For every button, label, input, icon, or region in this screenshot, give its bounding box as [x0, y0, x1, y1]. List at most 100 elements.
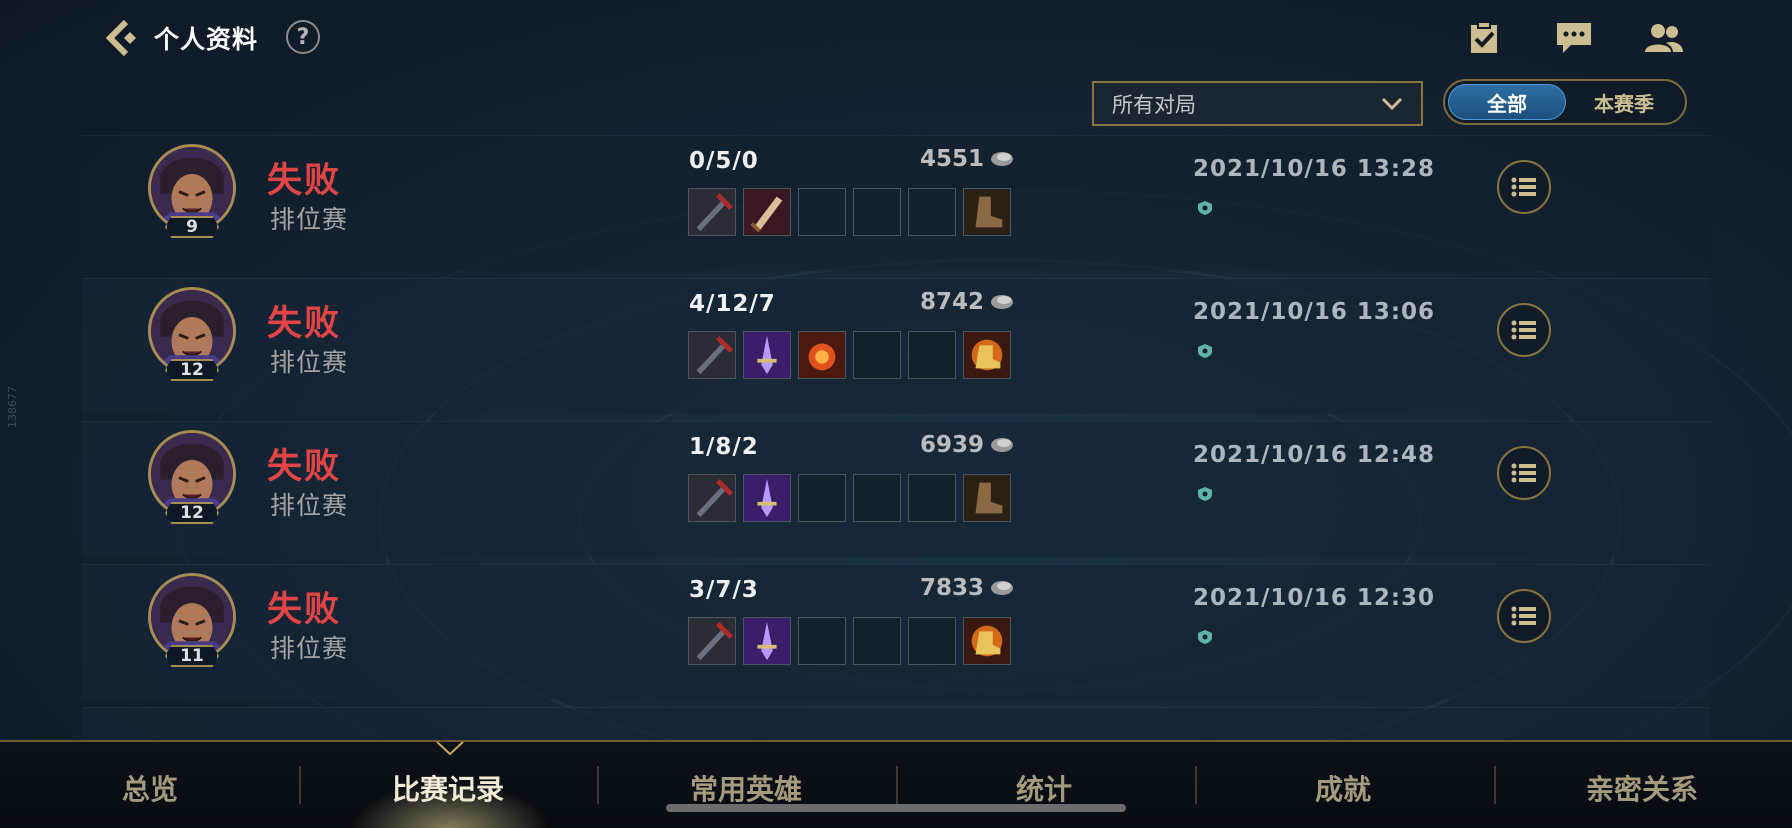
dark-sword-item-icon — [688, 188, 736, 236]
list-icon — [1511, 463, 1536, 483]
gold-stat: 6939 — [920, 432, 1014, 458]
boots-item-icon — [963, 474, 1011, 522]
hero-level-badge: 11 — [165, 645, 219, 667]
match-date: 2021/10/16 12:30 — [1193, 585, 1436, 611]
side-version-tag: 138677 — [6, 386, 19, 428]
match-details-button[interactable] — [1497, 446, 1551, 500]
match-date: 2021/10/16 12:48 — [1193, 442, 1436, 468]
bottom-tab-bar: 总览 比赛记录 常用英雄 统计 成就 亲密关系 — [0, 740, 1792, 828]
empty-item-slot — [908, 331, 956, 379]
gold-coin-icon — [991, 295, 1014, 309]
help-button[interactable]: ? — [286, 20, 320, 54]
golden-boots-item-icon — [963, 331, 1011, 379]
list-icon — [1511, 606, 1536, 626]
match-history-list: 9 失败 排位赛 0/5/0 4551 2021/10/16 13:28 12 … — [82, 135, 1710, 740]
item-build — [688, 474, 1011, 522]
toggle-this-season[interactable]: 本赛季 — [1566, 84, 1682, 120]
shield-icon — [1198, 630, 1212, 644]
gold-stat: 4551 — [920, 146, 1014, 172]
gold-value: 4551 — [920, 146, 985, 172]
kda-stat: 0/5/0 — [689, 148, 759, 174]
kda-stat: 1/8/2 — [689, 434, 759, 460]
header-bar: 个人资料 ? — [0, 0, 1792, 75]
empty-item-slot — [853, 617, 901, 665]
page-title: 个人资料 — [154, 25, 259, 54]
gold-coin-icon — [991, 581, 1014, 595]
boots-item-icon — [963, 188, 1011, 236]
empty-item-slot — [853, 474, 901, 522]
chat-icon — [1557, 23, 1591, 53]
kda-stat: 4/12/7 — [689, 291, 776, 317]
tab-divider — [597, 766, 599, 804]
empty-item-slot — [798, 617, 846, 665]
match-mode: 排位赛 — [270, 205, 349, 234]
tab-divider — [299, 766, 301, 804]
hero-level-badge: 12 — [165, 359, 219, 381]
empty-item-slot — [908, 474, 956, 522]
match-result: 失败 — [267, 161, 342, 201]
gold-value: 6939 — [920, 432, 985, 458]
tab-divider — [1195, 766, 1197, 804]
active-tab-caret-icon — [436, 741, 464, 756]
gold-value: 8742 — [920, 289, 985, 315]
purple-blade-item-icon — [743, 617, 791, 665]
empty-item-slot — [908, 617, 956, 665]
purple-blade-item-icon — [743, 331, 791, 379]
tab-common-heroes[interactable]: 常用英雄 — [646, 768, 846, 808]
match-date: 2021/10/16 13:06 — [1193, 299, 1436, 325]
dark-sword-item-icon — [688, 331, 736, 379]
tab-statistics[interactable]: 统计 — [944, 768, 1144, 808]
match-details-button[interactable] — [1497, 160, 1551, 214]
hero-level-badge: 12 — [165, 502, 219, 524]
checklist-button[interactable] — [1463, 18, 1505, 58]
gold-coin-icon — [991, 438, 1014, 452]
match-filter-dropdown[interactable]: 所有对局 — [1092, 81, 1423, 126]
match-row[interactable]: 9 失败 排位赛 0/5/0 4551 2021/10/16 13:28 — [82, 135, 1710, 271]
tab-achievements[interactable]: 成就 — [1243, 768, 1443, 808]
kda-stat: 3/7/3 — [689, 577, 759, 603]
match-result: 失败 — [267, 590, 342, 630]
item-build — [688, 617, 1011, 665]
match-row[interactable]: 12 失败 排位赛 4/12/7 8742 2021/10/16 13:06 — [82, 278, 1710, 414]
tab-relationships[interactable]: 亲密关系 — [1542, 768, 1742, 808]
tab-match-history[interactable]: 比赛记录 — [348, 768, 548, 808]
list-icon — [1511, 320, 1536, 340]
gold-stat: 7833 — [920, 575, 1014, 601]
purple-blade-item-icon — [743, 474, 791, 522]
shield-icon — [1198, 344, 1212, 358]
hero-level-badge: 9 — [165, 216, 219, 238]
gold-value: 7833 — [920, 575, 985, 601]
item-build — [688, 188, 1011, 236]
gold-stat: 8742 — [920, 289, 1014, 315]
dagger-item-icon — [743, 188, 791, 236]
match-result: 失败 — [267, 304, 342, 344]
match-details-button[interactable] — [1497, 589, 1551, 643]
tab-overview[interactable]: 总览 — [50, 768, 250, 808]
home-indicator — [666, 804, 1126, 812]
shield-icon — [1198, 487, 1212, 501]
empty-item-slot — [798, 188, 846, 236]
toggle-all[interactable]: 全部 — [1448, 84, 1566, 120]
empty-item-slot — [853, 188, 901, 236]
match-row[interactable]: 11 失败 排位赛 3/7/3 7833 2021/10/16 12:30 — [82, 564, 1710, 700]
chevron-down-icon — [1381, 97, 1403, 110]
match-row[interactable]: 12 失败 排位赛 1/8/2 6939 2021/10/16 12:48 — [82, 421, 1710, 557]
gold-coin-icon — [991, 152, 1014, 166]
friends-button[interactable] — [1643, 18, 1685, 58]
empty-item-slot — [908, 188, 956, 236]
friends-icon — [1645, 24, 1683, 52]
back-button[interactable] — [98, 16, 142, 60]
tab-divider — [1494, 766, 1496, 804]
match-details-button[interactable] — [1497, 303, 1551, 357]
dropdown-selected-value: 所有对局 — [1112, 92, 1196, 117]
dark-sword-item-icon — [688, 474, 736, 522]
match-mode: 排位赛 — [270, 348, 349, 377]
match-mode: 排位赛 — [270, 491, 349, 520]
dark-sword-item-icon — [688, 617, 736, 665]
shield-icon — [1198, 201, 1212, 215]
season-toggle: 全部 本赛季 — [1443, 79, 1687, 125]
match-result: 失败 — [267, 447, 342, 487]
chat-button[interactable] — [1553, 18, 1595, 58]
match-row-partial — [82, 707, 1710, 740]
match-mode: 排位赛 — [270, 634, 349, 663]
